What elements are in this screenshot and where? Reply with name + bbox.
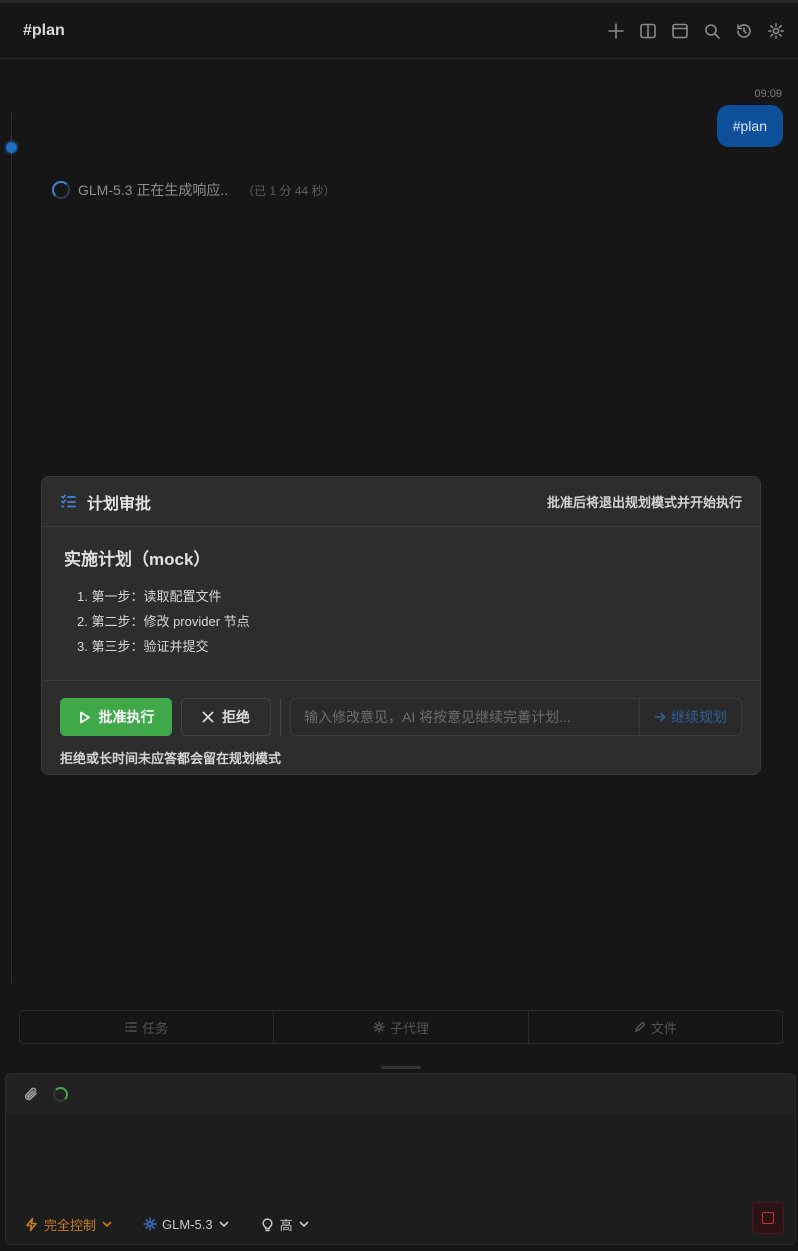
user-message-bubble: #plan	[716, 105, 783, 147]
list-icon	[125, 1022, 137, 1032]
timeline-line	[11, 113, 12, 983]
mode-selector[interactable]: 完全控制	[24, 1215, 113, 1234]
chevron-down-icon	[299, 1221, 308, 1227]
card-title: 计划审批	[87, 495, 152, 513]
plan-step: 3. 第三步：验证并提交	[77, 639, 209, 654]
elapsed-time: （已 1 分 44 秒）	[242, 183, 336, 198]
card-actions: 批准执行 拒绝 继续规划	[42, 681, 760, 739]
stop-icon	[762, 1212, 774, 1224]
plan-step: 1. 第一步：读取配置文件	[77, 589, 222, 604]
message-input[interactable]	[6, 1114, 795, 1204]
model-label: GLM-5.3	[162, 1216, 213, 1232]
composer: 完全控制 GLM-5.3 高	[5, 1073, 796, 1245]
loading-spinner-icon	[52, 181, 70, 199]
tab-subagents-label: 子代理	[389, 1020, 429, 1036]
tab-subagents[interactable]: 子代理	[274, 1011, 529, 1043]
reject-button-label: 拒绝	[222, 709, 250, 725]
feedback-input[interactable]	[291, 699, 639, 735]
tab-tasks-label: 任务	[142, 1020, 169, 1036]
lightning-icon	[26, 1217, 37, 1231]
continue-planning-label: 继续规划	[671, 709, 727, 725]
actions-divider	[280, 698, 281, 736]
play-icon	[79, 711, 90, 723]
history-icon	[737, 23, 751, 38]
card-footer-note: 拒绝或长时间未应答都会留在规划模式	[60, 751, 282, 766]
bottom-tabs: 任务 子代理 文件	[19, 1010, 783, 1044]
search-button[interactable]	[700, 19, 724, 43]
reject-button[interactable]: 拒绝	[181, 698, 271, 736]
history-button[interactable]	[732, 19, 756, 43]
feedback-box: 继续规划	[290, 698, 742, 736]
resize-handle[interactable]	[381, 1066, 421, 1069]
arrow-right-icon	[654, 712, 666, 722]
card-header: 计划审批 批准后将退出规划模式并开始执行	[42, 477, 760, 527]
window-icon	[672, 23, 688, 38]
plan-steps-list: 1. 第一步：读取配置文件 2. 第二步：修改 provider 节点 3. 第…	[64, 584, 738, 659]
message-timestamp: 09:09	[754, 88, 782, 100]
continue-planning-button[interactable]: 继续规划	[639, 699, 741, 735]
split-view-button[interactable]	[636, 19, 660, 43]
plus-icon	[608, 22, 624, 39]
card-header-title-group: 计划审批	[60, 490, 151, 514]
app-window: #plan 09:09 #plan GLM-5.3 正在生成响应.. （已 1 …	[0, 0, 798, 1251]
header: #plan	[0, 3, 798, 59]
model-logo-icon	[143, 1217, 157, 1231]
plan-approval-card: 计划审批 批准后将退出规划模式并开始执行 实施计划（mock） 1. 第一步：读…	[41, 476, 761, 775]
new-chat-button[interactable]	[604, 19, 628, 43]
toolbar	[604, 19, 788, 43]
lightbulb-icon	[262, 1217, 273, 1231]
model-selector[interactable]: GLM-5.3	[143, 1217, 230, 1232]
card-hint: 批准后将退出规划模式并开始执行	[546, 495, 742, 510]
gear-icon	[373, 1021, 385, 1033]
tab-files-label: 文件	[650, 1020, 677, 1036]
paperclip-icon[interactable]	[23, 1086, 39, 1102]
gear-icon	[768, 22, 784, 39]
split-panel-icon	[640, 23, 656, 38]
status-text: GLM-5.3 正在生成响应..	[78, 182, 229, 198]
close-icon	[202, 711, 214, 723]
effort-label: 高	[279, 1217, 293, 1233]
pencil-icon	[634, 1021, 646, 1033]
approve-button[interactable]: 批准执行	[60, 698, 172, 736]
tab-files[interactable]: 文件	[529, 1011, 782, 1043]
generation-status: GLM-5.3 正在生成响应.. （已 1 分 44 秒）	[52, 180, 336, 200]
effort-selector[interactable]: 高	[260, 1215, 310, 1234]
chevron-down-icon	[102, 1221, 112, 1227]
search-icon	[705, 23, 720, 39]
plan-step: 2. 第二步：修改 provider 节点	[77, 614, 250, 629]
stop-button[interactable]	[752, 1202, 784, 1234]
mode-label: 完全控制	[44, 1217, 97, 1233]
window-button[interactable]	[668, 19, 692, 43]
page-title: #plan	[23, 21, 65, 39]
settings-button[interactable]	[764, 19, 788, 43]
approve-button-label: 批准执行	[98, 709, 155, 725]
composer-bottom-bar: 完全控制 GLM-5.3 高	[6, 1204, 795, 1244]
chevron-down-icon	[219, 1221, 228, 1227]
tab-tasks[interactable]: 任务	[20, 1011, 275, 1043]
composer-toolbar	[6, 1074, 795, 1114]
plan-heading: 实施计划（mock）	[64, 550, 211, 569]
loading-spinner-icon	[53, 1086, 68, 1102]
checklist-icon	[61, 494, 76, 508]
plan-content: 实施计划（mock） 1. 第一步：读取配置文件 2. 第二步：修改 provi…	[42, 527, 760, 681]
timeline-marker[interactable]	[6, 142, 17, 153]
